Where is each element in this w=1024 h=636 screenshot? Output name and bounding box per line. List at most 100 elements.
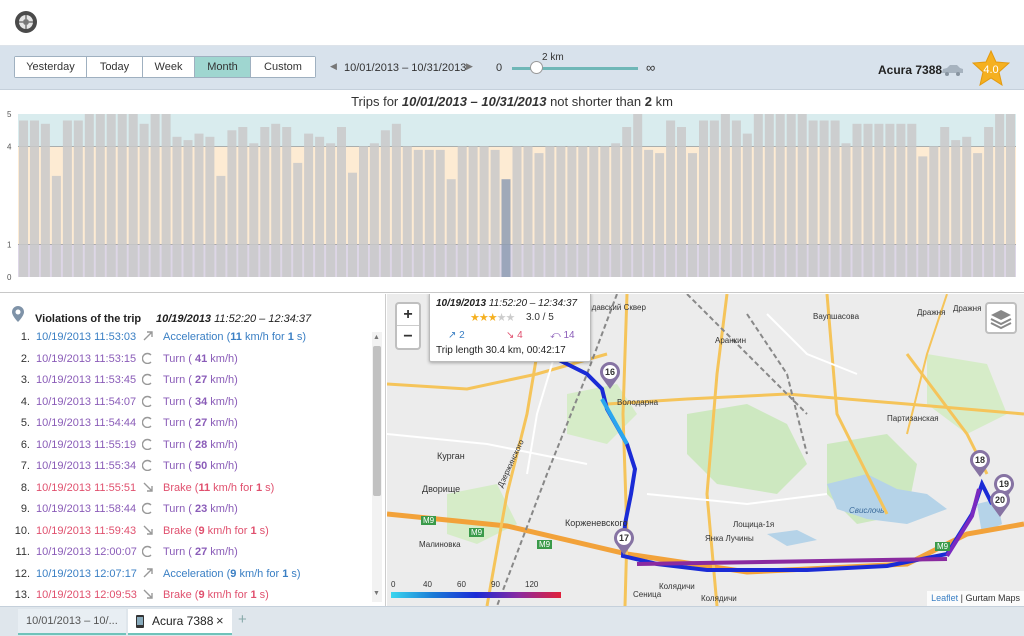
trip-bar[interactable]	[567, 146, 577, 277]
trip-bar[interactable]	[172, 136, 182, 277]
trip-bar[interactable]	[402, 146, 412, 277]
trip-bar[interactable]	[194, 133, 204, 277]
trip-bar[interactable]	[600, 146, 610, 277]
trip-bar[interactable]	[633, 114, 643, 277]
trip-bar[interactable]	[95, 114, 105, 277]
violation-time[interactable]: 10/19/2013 11:53:15	[36, 353, 136, 365]
trip-bar[interactable]	[271, 123, 281, 277]
trip-bar[interactable]	[238, 127, 248, 277]
period-yesterday-button[interactable]: Yesterday	[15, 57, 87, 77]
trip-bar[interactable]	[457, 146, 467, 277]
violation-row[interactable]: 4. 10/19/2013 11:54:07 Turn ( 34 km/h)	[0, 395, 370, 417]
zoom-in-button[interactable]: +	[397, 304, 419, 326]
violation-row[interactable]: 9. 10/19/2013 11:58:44 Turn ( 23 km/h)	[0, 502, 370, 524]
violation-row[interactable]: 1. 10/19/2013 11:53:03 Acceleration (11 km…	[0, 331, 370, 352]
trip-bar[interactable]	[117, 114, 127, 277]
trip-bar[interactable]	[907, 123, 917, 277]
trip-bar[interactable]	[337, 127, 346, 277]
trip-bar[interactable]	[30, 120, 39, 278]
trip-bar[interactable]	[709, 120, 719, 278]
trip-bar[interactable]	[534, 153, 544, 277]
trip-bar[interactable]	[578, 146, 588, 277]
trip-marker[interactable]: 16	[599, 362, 621, 390]
violation-row[interactable]: 7. 10/19/2013 11:55:34 Turn ( 50 km/h)	[0, 459, 370, 481]
violation-time[interactable]: 10/19/2013 11:53:45	[36, 374, 136, 386]
trip-bar[interactable]	[205, 136, 215, 277]
violation-row[interactable]: 12. 10/19/2013 12:07:17 Acceleration (9 km…	[0, 568, 370, 589]
distance-slider-handle[interactable]	[530, 61, 543, 74]
trip-bar[interactable]	[424, 149, 434, 277]
trip-bar[interactable]	[369, 143, 379, 277]
trip-bar[interactable]	[830, 120, 840, 278]
trip-marker[interactable]: 20	[989, 490, 1011, 518]
violation-time[interactable]: 10/19/2013 11:53:03	[36, 331, 136, 343]
trip-bar[interactable]	[896, 123, 906, 277]
tab-unit[interactable]: Acura 7388 ×	[128, 609, 232, 635]
trip-bar[interactable]	[929, 146, 939, 277]
trip-bar[interactable]	[490, 149, 500, 277]
trip-bar[interactable]	[940, 127, 950, 277]
tire-logo-icon[interactable]	[14, 10, 38, 34]
trip-bar[interactable]	[523, 146, 533, 277]
trip-bar[interactable]	[808, 120, 818, 278]
period-month-button[interactable]: Month	[195, 57, 251, 77]
trip-bar[interactable]	[984, 127, 994, 277]
trip-bar[interactable]	[391, 123, 401, 277]
trip-bar[interactable]	[84, 114, 94, 277]
period-today-button[interactable]: Today	[87, 57, 143, 77]
trip-bar[interactable]	[951, 140, 961, 277]
trip-bar[interactable]	[666, 120, 676, 278]
trip-bar[interactable]	[315, 136, 325, 277]
violation-time[interactable]: 10/19/2013 11:54:07	[36, 396, 136, 408]
trip-bar[interactable]	[435, 149, 445, 277]
scroll-up-arrow-icon[interactable]: ▲	[373, 334, 380, 341]
violation-time[interactable]: 10/19/2013 11:59:43	[36, 525, 136, 537]
violation-time[interactable]: 10/19/2013 11:55:34	[36, 460, 136, 472]
trip-bar[interactable]	[852, 123, 862, 277]
trip-bar[interactable]	[677, 127, 686, 277]
scrollbar-thumb[interactable]	[373, 346, 381, 496]
trip-bar[interactable]	[216, 175, 226, 277]
trip-bar[interactable]	[644, 149, 654, 277]
trip-bar[interactable]	[183, 140, 193, 277]
trip-bar[interactable]	[293, 162, 303, 277]
tab-trips-period[interactable]: 10/01/2013 – 10/...	[18, 609, 126, 635]
trip-bar[interactable]	[161, 114, 171, 277]
trip-bar[interactable]	[699, 120, 708, 278]
violation-row[interactable]: 5. 10/19/2013 11:54:44 Turn ( 27 km/h)	[0, 416, 370, 438]
trip-bar[interactable]	[73, 120, 83, 278]
trip-bar[interactable]	[688, 153, 697, 277]
trip-bar[interactable]	[348, 172, 357, 277]
violation-time[interactable]: 10/19/2013 12:09:53	[36, 589, 137, 601]
violation-row[interactable]: 2. 10/19/2013 11:53:15 Turn ( 41 km/h)	[0, 352, 370, 374]
trip-bar[interactable]	[446, 179, 456, 277]
trip-bar[interactable]	[512, 146, 522, 277]
trip-bar[interactable]	[139, 123, 149, 277]
trip-bar[interactable]	[468, 146, 478, 277]
violation-time[interactable]: 10/19/2013 11:55:19	[36, 439, 136, 451]
trip-bar[interactable]	[1006, 114, 1015, 277]
violation-row[interactable]: 8. 10/19/2013 11:55:51 Brake (11 km/h for …	[0, 482, 370, 503]
scroll-down-arrow-icon[interactable]: ▼	[373, 590, 380, 597]
trip-bar[interactable]	[819, 120, 829, 278]
trip-bar[interactable]	[260, 127, 270, 277]
period-custom-button[interactable]: Custom	[251, 57, 315, 77]
trip-bar[interactable]	[885, 123, 895, 277]
trip-bar[interactable]	[655, 153, 665, 277]
trip-bar[interactable]	[611, 143, 621, 277]
trip-bar[interactable]	[501, 179, 511, 277]
trip-bar[interactable]	[128, 114, 138, 277]
trip-bar[interactable]	[106, 114, 116, 277]
trip-bar[interactable]	[556, 146, 566, 277]
violation-row[interactable]: 11. 10/19/2013 12:00:07 Turn ( 27 km/h)	[0, 545, 370, 567]
trip-bar[interactable]	[622, 127, 632, 277]
violation-row[interactable]: 6. 10/19/2013 11:55:19 Turn ( 28 km/h)	[0, 438, 370, 460]
violation-row[interactable]: 10. 10/19/2013 11:59:43 Brake (9 km/h for …	[0, 525, 370, 546]
trip-bar[interactable]	[775, 114, 785, 277]
trip-bar[interactable]	[51, 175, 61, 277]
trip-bar[interactable]	[841, 143, 851, 277]
next-period-arrow-icon[interactable]: ▶	[466, 61, 473, 72]
trip-bar[interactable]	[863, 123, 873, 277]
trip-bar[interactable]	[282, 127, 292, 277]
trip-bar[interactable]	[973, 153, 983, 277]
